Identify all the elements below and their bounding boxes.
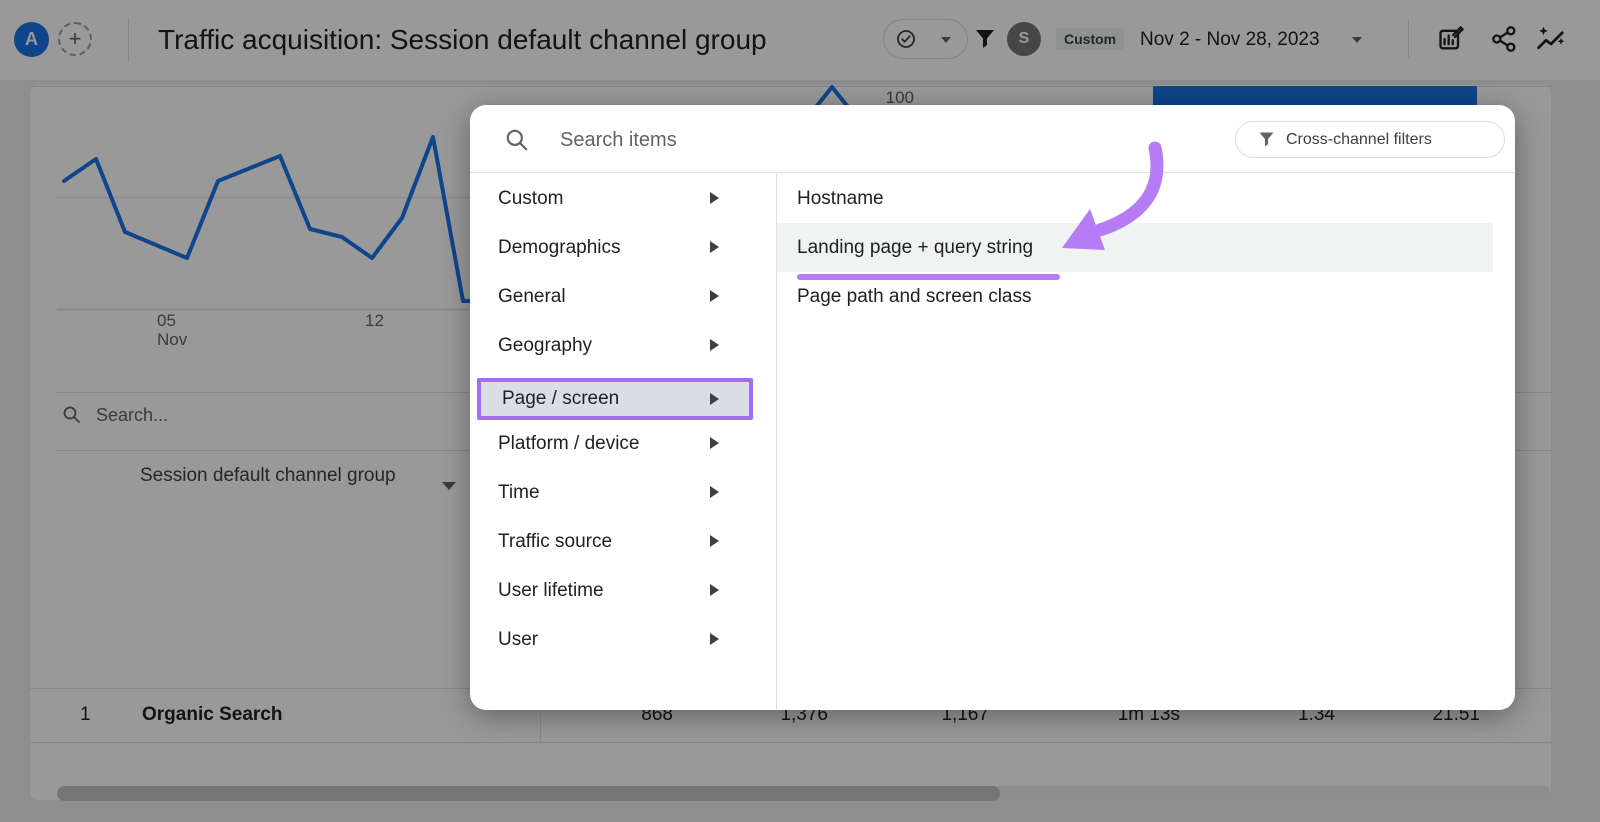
chevron-right-icon bbox=[710, 241, 719, 253]
category-item-user[interactable]: User bbox=[470, 615, 776, 664]
category-item-demographics[interactable]: Demographics bbox=[470, 223, 776, 272]
chevron-right-icon bbox=[710, 486, 719, 498]
filters-button-label: Cross-channel filters bbox=[1286, 122, 1432, 157]
dimension-label: Hostname bbox=[797, 174, 884, 223]
filters-funnel-icon bbox=[1258, 131, 1275, 153]
chevron-right-icon bbox=[710, 339, 719, 351]
category-item-traffic-source[interactable]: Traffic source bbox=[470, 517, 776, 566]
category-label: Time bbox=[498, 468, 540, 517]
category-label: General bbox=[498, 272, 566, 321]
dimension-item-landing-page-query-string[interactable]: Landing page + query string bbox=[777, 223, 1493, 272]
category-item-time[interactable]: Time bbox=[470, 468, 776, 517]
chevron-right-icon bbox=[710, 437, 719, 449]
category-label: User lifetime bbox=[498, 566, 604, 615]
category-label: User bbox=[498, 615, 538, 664]
dimension-picker-dialog: Cross-channel filters Custom Demographic… bbox=[470, 105, 1515, 710]
category-item-custom[interactable]: Custom bbox=[470, 174, 776, 223]
search-items-icon bbox=[504, 127, 530, 158]
chevron-right-icon bbox=[710, 633, 719, 645]
category-item-user-lifetime[interactable]: User lifetime bbox=[470, 566, 776, 615]
chevron-right-icon bbox=[710, 393, 719, 405]
category-label: Platform / device bbox=[498, 419, 640, 468]
chevron-right-icon bbox=[710, 535, 719, 547]
category-label: Geography bbox=[498, 321, 592, 370]
category-label: Traffic source bbox=[498, 517, 612, 566]
category-label: Demographics bbox=[498, 223, 621, 272]
category-label: Custom bbox=[498, 174, 563, 223]
annotation-underline bbox=[797, 274, 1060, 280]
search-items-input[interactable] bbox=[558, 123, 1182, 157]
divider bbox=[470, 172, 1515, 173]
dimension-item-hostname[interactable]: Hostname bbox=[777, 174, 1493, 223]
chevron-right-icon bbox=[710, 290, 719, 302]
category-label: Page / screen bbox=[502, 382, 619, 416]
category-item-page-screen[interactable]: Page / screen bbox=[477, 378, 753, 420]
cross-channel-filters-button[interactable]: Cross-channel filters bbox=[1235, 121, 1505, 158]
category-item-platform-device[interactable]: Platform / device bbox=[470, 419, 776, 468]
chevron-right-icon bbox=[710, 584, 719, 596]
category-item-geography[interactable]: Geography bbox=[470, 321, 776, 370]
category-item-general[interactable]: General bbox=[470, 272, 776, 321]
ga4-screen: A + Traffic acquisition: Session default… bbox=[0, 0, 1600, 822]
dimension-label: Landing page + query string bbox=[797, 223, 1033, 272]
chevron-right-icon bbox=[710, 192, 719, 204]
